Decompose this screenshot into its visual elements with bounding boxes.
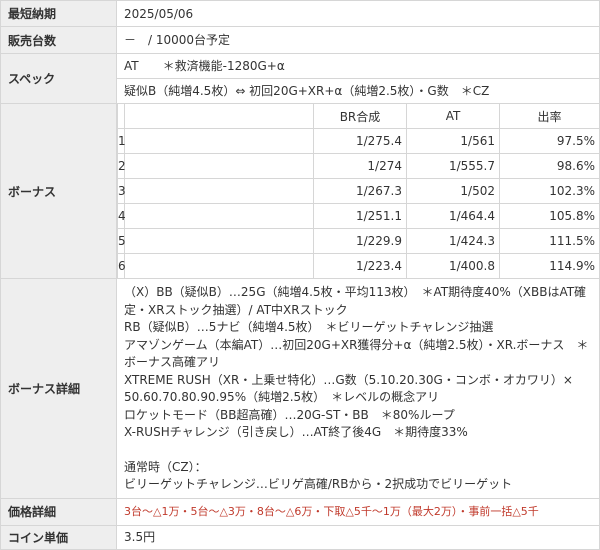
detail-line: X-RUSHチャレンジ（引き戻し）…AT終了後4G ＊期待度33%	[124, 425, 468, 439]
detail-line: RB（疑似B）…5ナビ（純増4.5枚） ＊ビリーゲットチャレンジ抽選	[124, 320, 494, 334]
bonus-setting: 4	[117, 203, 126, 229]
row-earliest: 最短納期 2025/05/06	[0, 0, 600, 27]
bonus-br: 1/251.1	[313, 203, 407, 229]
bonus-rate: 111.5%	[499, 228, 599, 254]
bonus-setting: 1	[117, 128, 126, 154]
label-bonus-detail: ボーナス詳細	[0, 278, 117, 499]
detail-line: （X）BB（疑似B）…25G（純増4.5枚・平均113枚） ＊AT期待度40%（…	[124, 285, 587, 317]
bonus-rate: 97.5%	[499, 128, 599, 154]
bonus-at: 1/502	[406, 178, 500, 204]
bonus-table: BR合成 AT 出率 1 1/275.4 1/561 97.5% 2 1/274…	[117, 104, 599, 278]
detail-line: アマゾンゲーム（本編AT）…初回20G+XR獲得分+α（純増2.5枚）・XR.ボ…	[124, 337, 589, 370]
bonus-rate: 102.3%	[499, 178, 599, 204]
row-spec: スペック AT ＊救済機能-1280G+α	[0, 53, 600, 104]
bonus-br: 1/223.4	[313, 253, 407, 278]
bonus-header-row: BR合成 AT 出率	[117, 104, 599, 129]
bonus-row: 3 1/267.3 1/502 102.3%	[117, 178, 599, 204]
label-earliest: 最短納期	[0, 0, 117, 27]
bonus-rate: 105.8%	[499, 203, 599, 229]
bonus-setting: 6	[117, 253, 126, 278]
bonus-row: 2 1/274 1/555.7 98.6%	[117, 153, 599, 179]
bonus-setting: 3	[117, 178, 126, 204]
bonus-br: 1/267.3	[313, 178, 407, 204]
row-price: 価格詳細 3台～△1万・5台～△3万・8台～△6万・下取△5千～1万（最大2万）…	[0, 497, 600, 526]
bonus-br: 1/275.4	[313, 128, 407, 154]
value-units: － / 10000台予定	[116, 26, 600, 54]
bonus-at: 1/424.3	[406, 228, 500, 254]
bonus-header-at: AT	[406, 104, 500, 129]
value-earliest: 2025/05/06	[116, 0, 600, 27]
value-spec-line1: AT ＊救済機能-1280G+α	[116, 53, 600, 79]
value-price: 3台～△1万・5台～△3万・8台～△6万・下取△5千～1万（最大2万）・事前一括…	[116, 497, 600, 526]
bonus-setting: 5	[117, 228, 126, 254]
label-price: 価格詳細	[0, 497, 117, 526]
row-bonus-detail: ボーナス詳細 （X）BB（疑似B）…25G（純増4.5枚・平均113枚） ＊AT…	[0, 278, 600, 499]
detail-line: ロケットモード（BB超高確）…20G-ST・BB ＊80%ループ	[124, 407, 455, 422]
detail-line: ビリーゲットチャレンジ…ビリゲ高確/RBから・2択成功でビリーゲット	[124, 477, 513, 491]
label-units: 販売台数	[0, 26, 117, 54]
row-units: 販売台数 － / 10000台予定	[0, 26, 600, 54]
bonus-at: 1/400.8	[406, 253, 500, 278]
bonus-table-cell: BR合成 AT 出率 1 1/275.4 1/561 97.5% 2 1/274…	[116, 103, 600, 279]
detail-gap	[124, 442, 594, 459]
bonus-row: 4 1/251.1 1/464.4 105.8%	[117, 203, 599, 229]
row-coin: コイン単価 3.5円	[0, 524, 600, 550]
bonus-at: 1/464.4	[406, 203, 500, 229]
bonus-row: 1 1/275.4 1/561 97.5%	[117, 128, 599, 154]
value-coin: 3.5円	[116, 524, 600, 550]
bonus-br: 1/229.9	[313, 228, 407, 254]
bonus-rate: 114.9%	[499, 253, 599, 278]
value-bonus-detail: （X）BB（疑似B）…25G（純増4.5枚・平均113枚） ＊AT期待度40%（…	[116, 278, 600, 499]
bonus-rate: 98.6%	[499, 153, 599, 179]
value-spec-line2: 疑似B（純増4.5枚）⇔ 初回20G+XR+α（純増2.5枚）・G数 ＊CZ	[116, 78, 600, 104]
label-coin: コイン単価	[0, 524, 117, 550]
detail-line: XTREME RUSH（XR・上乗せ特化）…G数（5.10.20.30G・コンボ…	[124, 372, 573, 405]
label-spec: スペック	[0, 53, 117, 104]
bonus-header-rate: 出率	[499, 104, 599, 129]
detail-line: 通常時（CZ）：	[124, 459, 207, 474]
bonus-row: 6 1/223.4 1/400.8 114.9%	[117, 253, 599, 278]
bonus-setting: 2	[117, 153, 126, 179]
row-bonus: ボーナス BR合成 AT 出率 1 1/275.4 1/561 97.5% 2 …	[0, 103, 600, 279]
bonus-header-br: BR合成	[313, 104, 407, 129]
bonus-at: 1/555.7	[406, 153, 500, 179]
bonus-br: 1/274	[313, 153, 407, 179]
spec-table: 最短納期 2025/05/06 販売台数 － / 10000台予定 スペック A…	[0, 0, 600, 550]
bonus-at: 1/561	[406, 128, 500, 154]
bonus-row: 5 1/229.9 1/424.3 111.5%	[117, 228, 599, 254]
label-bonus: ボーナス	[0, 103, 117, 279]
